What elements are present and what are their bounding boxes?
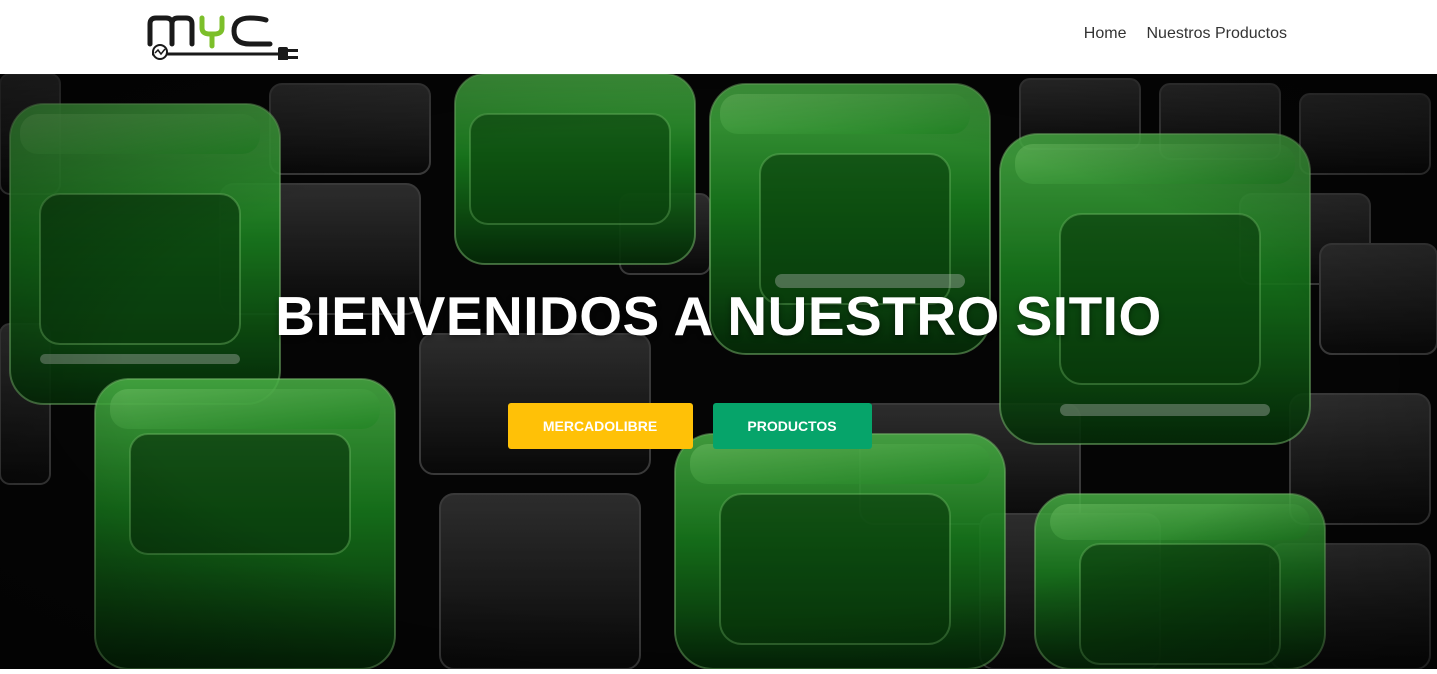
hero-title: BIENVENIDOS A NUESTRO SITIO [275,285,1162,347]
hero-background-image [0,74,1437,669]
page-bottom-strip [0,669,1437,674]
myc-logo[interactable] [146,14,302,60]
productos-button[interactable]: PRODUCTOS [712,403,872,449]
hero-button-group: MERCADOLIBRE PRODUCTOS [0,403,1437,449]
nav-link-nuestros-productos[interactable]: Nuestros Productos [1146,24,1287,44]
main-nav: Home Nuestros Productos [1084,24,1287,44]
nav-link-home[interactable]: Home [1084,24,1127,44]
mercadolibre-button[interactable]: MERCADOLIBRE [507,403,693,449]
site-header: Home Nuestros Productos [0,0,1437,74]
hero-banner: BIENVENIDOS A NUESTRO SITIO MERCADOLIBRE… [0,74,1437,669]
